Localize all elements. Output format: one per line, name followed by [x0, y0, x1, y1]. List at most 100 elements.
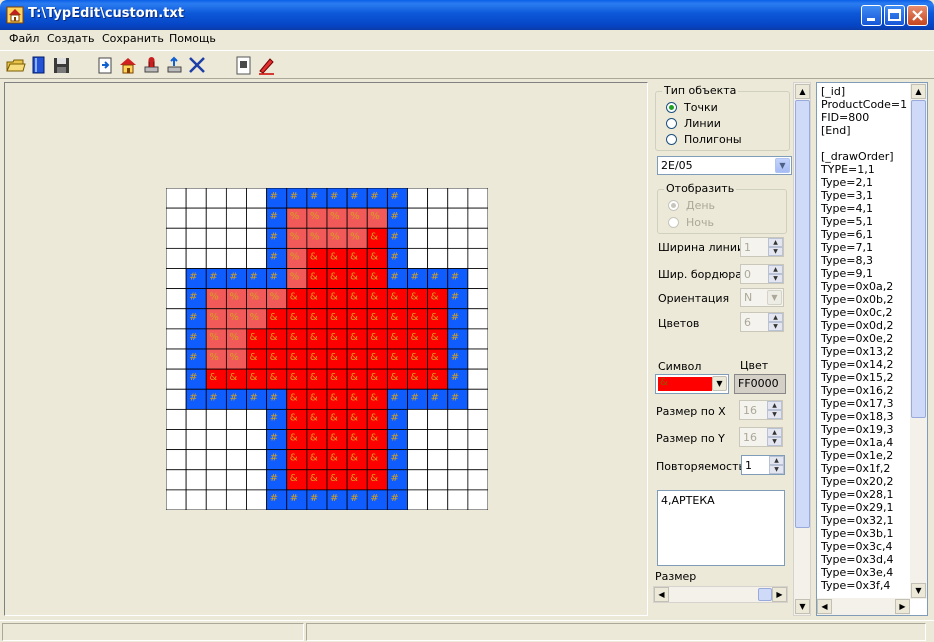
- grid-cell[interactable]: [407, 489, 429, 510]
- grid-cell[interactable]: [467, 449, 488, 471]
- grid-cell[interactable]: [225, 469, 247, 491]
- grid-cell[interactable]: [166, 188, 187, 209]
- grid-cell[interactable]: [447, 247, 469, 269]
- panel-vscroll-thumb[interactable]: [795, 100, 810, 528]
- grid-cell[interactable]: [166, 207, 187, 229]
- tools-icon[interactable]: [187, 55, 208, 76]
- grid-cell[interactable]: [467, 247, 488, 269]
- stamp-icon[interactable]: [141, 55, 162, 76]
- grid-cell[interactable]: [166, 429, 187, 451]
- menu-file[interactable]: Файл: [9, 32, 39, 45]
- grid-cell[interactable]: [246, 489, 268, 510]
- spin-up-icon[interactable]: ▲: [768, 313, 783, 322]
- grid-cell[interactable]: [185, 227, 207, 249]
- grid-cell[interactable]: [166, 247, 187, 269]
- menu-save[interactable]: Сохранить: [102, 32, 164, 45]
- grid-cell[interactable]: [225, 247, 247, 269]
- grid-cell[interactable]: [467, 308, 488, 330]
- grid-cell[interactable]: [246, 408, 268, 430]
- grid-cell[interactable]: [447, 449, 469, 471]
- grid-cell[interactable]: [427, 469, 449, 491]
- scroll-left-icon[interactable]: ◀: [654, 587, 669, 602]
- menu-help[interactable]: Помощь: [169, 32, 216, 45]
- grid-cell[interactable]: [447, 207, 469, 229]
- config-text-list[interactable]: [_id] ProductCode=1 FID=800 [End] [_drawOrd…: [816, 82, 928, 616]
- spin-down-icon[interactable]: ▼: [769, 465, 784, 474]
- grid-cell[interactable]: [467, 288, 488, 310]
- grid-cell[interactable]: [166, 388, 187, 410]
- description-textarea[interactable]: 4,АРТЕКА: [657, 490, 785, 566]
- grid-cell[interactable]: [205, 207, 227, 229]
- grid-cell[interactable]: [447, 489, 469, 510]
- radio-day-circle[interactable]: [668, 200, 679, 211]
- list-vscroll-thumb[interactable]: [911, 100, 926, 418]
- grid-cell[interactable]: [447, 188, 469, 209]
- grid-cell[interactable]: [246, 449, 268, 471]
- size-x-spinner[interactable]: 16 ▲ ▼: [739, 400, 783, 420]
- grid-cell[interactable]: [166, 449, 187, 471]
- chevron-down-icon[interactable]: ▼: [775, 158, 790, 173]
- repeat-spinner[interactable]: 1 ▲ ▼: [741, 455, 785, 475]
- spin-down-icon[interactable]: ▼: [767, 437, 782, 446]
- pixel-grid[interactable]: # # # # # # ##%%%%% ##%%%% & ##% & & & & ## # # # #% & & & & # #…: [166, 188, 488, 510]
- grid-cell[interactable]: [166, 408, 187, 430]
- scroll-right-icon[interactable]: ▶: [895, 599, 910, 614]
- grid-cell[interactable]: [166, 469, 187, 491]
- list-hscrollbar[interactable]: ◀ ▶: [817, 598, 910, 615]
- orientation-select[interactable]: N ▼: [740, 288, 784, 307]
- radio-points-circle[interactable]: [666, 102, 677, 113]
- spin-down-icon[interactable]: ▼: [767, 410, 782, 419]
- grid-cell[interactable]: [166, 288, 187, 310]
- preview-icon[interactable]: [233, 55, 254, 76]
- grid-cell[interactable]: [467, 207, 488, 229]
- grid-cell[interactable]: [427, 227, 449, 249]
- open-icon[interactable]: [5, 55, 26, 76]
- grid-cell[interactable]: [407, 207, 429, 229]
- grid-cell[interactable]: [467, 429, 488, 451]
- spin-down-icon[interactable]: ▼: [768, 247, 783, 256]
- grid-cell[interactable]: [185, 207, 207, 229]
- grid-cell[interactable]: [185, 429, 207, 451]
- grid-cell[interactable]: [427, 429, 449, 451]
- close-button[interactable]: [907, 5, 928, 26]
- grid-cell[interactable]: [166, 308, 187, 330]
- spin-up-icon[interactable]: ▲: [768, 238, 783, 247]
- type-code-select[interactable]: 2E/05 ▼: [657, 156, 792, 175]
- grid-cell[interactable]: [467, 268, 488, 290]
- grid-cell[interactable]: [166, 489, 187, 510]
- grid-cell[interactable]: [205, 247, 227, 269]
- grid-cell[interactable]: [225, 429, 247, 451]
- grid-cell[interactable]: [225, 188, 247, 209]
- grid-cell[interactable]: [246, 469, 268, 491]
- border-width-spinner[interactable]: 0 ▲ ▼: [740, 264, 784, 284]
- spin-down-icon[interactable]: ▼: [768, 322, 783, 331]
- drawing-canvas[interactable]: # # # # # # # #%%%%% # #%%%% & # #% & & & & # # # # # #% & & & & # #…: [4, 82, 648, 616]
- grid-cell[interactable]: [205, 429, 227, 451]
- grid-cell[interactable]: [205, 489, 227, 510]
- grid-cell[interactable]: [407, 408, 429, 430]
- panel-vscrollbar[interactable]: ▲ ▼: [793, 82, 811, 616]
- grid-cell[interactable]: [246, 207, 268, 229]
- grid-cell[interactable]: [225, 207, 247, 229]
- grid-cell[interactable]: [427, 247, 449, 269]
- grid-cell[interactable]: [447, 227, 469, 249]
- grid-cell[interactable]: [467, 348, 488, 370]
- size-scroll-thumb[interactable]: [758, 588, 772, 601]
- grid-cell[interactable]: [205, 227, 227, 249]
- line-width-spinner[interactable]: 1 ▲ ▼: [740, 237, 784, 257]
- edit-icon[interactable]: [256, 55, 277, 76]
- import-icon[interactable]: [95, 55, 116, 76]
- grid-cell[interactable]: [427, 188, 449, 209]
- radio-night-circle[interactable]: [668, 217, 679, 228]
- spin-up-icon[interactable]: ▲: [767, 428, 782, 437]
- scroll-up-icon[interactable]: ▲: [911, 84, 926, 99]
- size-y-spinner[interactable]: 16 ▲ ▼: [739, 427, 783, 447]
- radio-polygons-circle[interactable]: [666, 134, 677, 145]
- grid-cell[interactable]: [467, 188, 488, 209]
- grid-cell[interactable]: [166, 268, 187, 290]
- grid-cell[interactable]: [427, 408, 449, 430]
- grid-cell[interactable]: [225, 489, 247, 510]
- grid-cell[interactable]: [246, 247, 268, 269]
- scroll-left-icon[interactable]: ◀: [817, 599, 832, 614]
- grid-cell[interactable]: [407, 227, 429, 249]
